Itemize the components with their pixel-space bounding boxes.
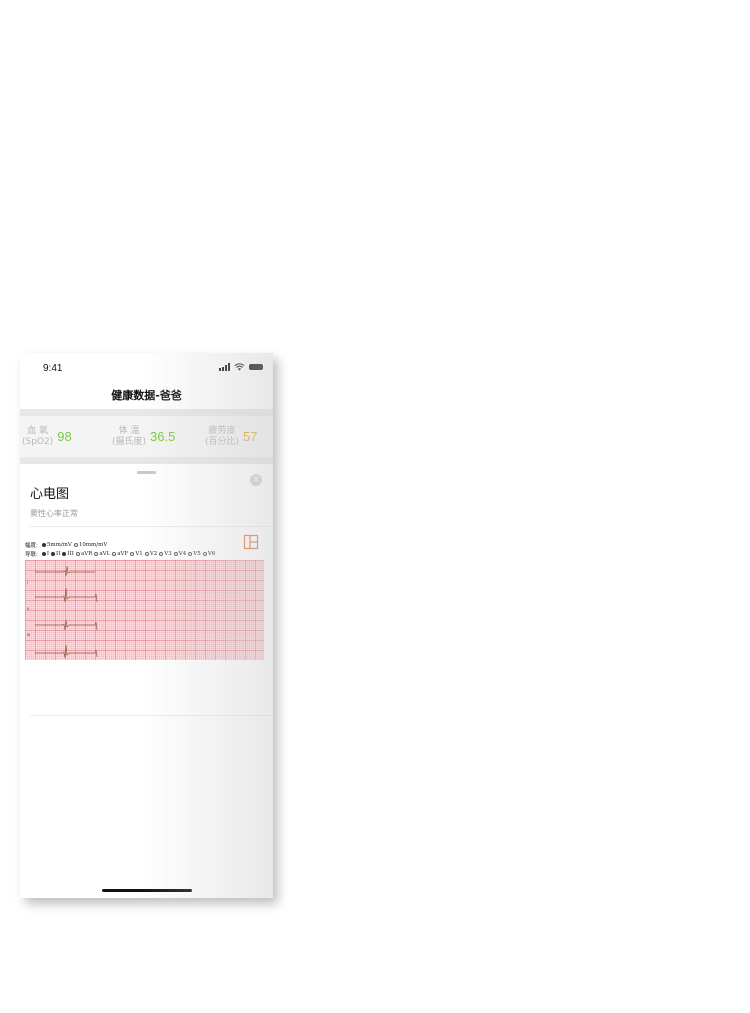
lead-option-V3[interactable]: V3	[159, 551, 172, 557]
divider	[30, 715, 273, 716]
lead-marker: III	[27, 633, 30, 637]
stat-label: 疲劳度 (百分比)	[205, 425, 240, 447]
stat-value: 36.5	[150, 429, 176, 444]
ecg-trace-lead-IV	[35, 644, 98, 659]
status-icons	[219, 363, 263, 371]
lead-option-II[interactable]: II	[51, 551, 60, 557]
ecg-trace-lead-II	[35, 587, 98, 603]
vitals-summary: 血 氧 (SpO2) 98 体 温 (摄氏度) 36.5 疲劳度 (百分比) 5…	[20, 416, 273, 457]
stat-spo2[interactable]: 血 氧 (SpO2) 98	[22, 416, 72, 457]
checkbox-icon	[112, 552, 117, 556]
checkbox-icon	[62, 552, 67, 556]
amplitude-label: 幅度:	[25, 543, 38, 549]
checkbox-icon	[202, 552, 207, 556]
lead-option-aVR[interactable]: aVR	[75, 551, 92, 557]
lead-marker: I	[27, 581, 28, 585]
ecg-trace-lead-I	[35, 565, 95, 577]
ecg-chart[interactable]: I II III	[25, 560, 264, 660]
wifi-icon	[234, 363, 245, 371]
stat-value: 98	[57, 429, 72, 444]
page-title: 健康数据-爸爸	[111, 389, 182, 402]
checkbox-icon	[51, 552, 56, 556]
stat-temperature[interactable]: 体 温 (摄氏度) 36.5	[112, 416, 175, 457]
lead-option-I[interactable]: I	[41, 551, 49, 557]
lead-option-V2[interactable]: V2	[144, 551, 157, 557]
checkbox-icon	[41, 552, 46, 556]
amplitude-option-5mm[interactable]: 5mm/mV	[41, 542, 72, 548]
lead-option-V1[interactable]: V1	[130, 551, 143, 557]
checkbox-icon	[173, 552, 178, 556]
radio-icon	[41, 543, 46, 547]
divider	[30, 526, 273, 527]
phone-screen: 9:41 健康数据-爸爸 血 氧 (SpO2) 98 体 温 (摄氏度) 36.…	[20, 353, 273, 898]
lead-marker: II	[27, 607, 29, 611]
ecg-sheet: × 心电图 窦性心率正常 幅度: 5mm/mV 10mm/mV 导联: I II…	[20, 464, 273, 898]
radio-icon	[73, 543, 78, 547]
section-divider	[20, 457, 273, 464]
sheet-subtitle: 窦性心率正常	[30, 509, 78, 518]
ecg-traces: I II III	[27, 565, 98, 659]
status-bar: 9:41	[20, 353, 273, 381]
checkbox-icon	[75, 552, 80, 556]
stat-value: 57	[243, 429, 258, 444]
cellular-signal-icon	[219, 363, 230, 371]
stat-label: 血 氧 (SpO2)	[22, 425, 54, 447]
checkbox-icon	[159, 552, 164, 556]
sheet-title: 心电图	[30, 487, 70, 502]
checkbox-icon	[188, 552, 193, 556]
expand-icon[interactable]	[243, 534, 259, 550]
lead-option-aVL[interactable]: aVL	[94, 551, 110, 557]
lead-label: 导联:	[25, 552, 38, 558]
lead-option-V4[interactable]: V4	[173, 551, 186, 557]
lead-option-V6[interactable]: V6	[202, 551, 215, 557]
amplitude-selector: 幅度: 5mm/mV 10mm/mV	[25, 541, 109, 549]
home-indicator[interactable]	[102, 889, 192, 892]
section-divider	[20, 409, 273, 416]
checkbox-icon	[130, 552, 135, 556]
amplitude-option-10mm[interactable]: 10mm/mV	[73, 542, 107, 548]
ecg-trace-lead-III	[35, 619, 98, 631]
lead-option-III[interactable]: III	[62, 551, 74, 557]
stat-label: 体 温 (摄氏度)	[112, 425, 147, 447]
checkbox-icon	[94, 552, 99, 556]
stat-fatigue[interactable]: 疲劳度 (百分比) 57	[205, 416, 258, 457]
close-icon[interactable]: ×	[250, 474, 262, 486]
lead-selector: 导联: I II III aVR aVL aVF V1 V2 V3 V4 V5 …	[25, 550, 217, 558]
checkbox-icon	[144, 552, 149, 556]
lead-option-V5[interactable]: V5	[188, 551, 201, 557]
sheet-grabber[interactable]	[137, 471, 156, 474]
battery-icon	[249, 364, 263, 370]
status-time: 9:41	[43, 363, 63, 374]
lead-option-aVF[interactable]: aVF	[112, 551, 128, 557]
